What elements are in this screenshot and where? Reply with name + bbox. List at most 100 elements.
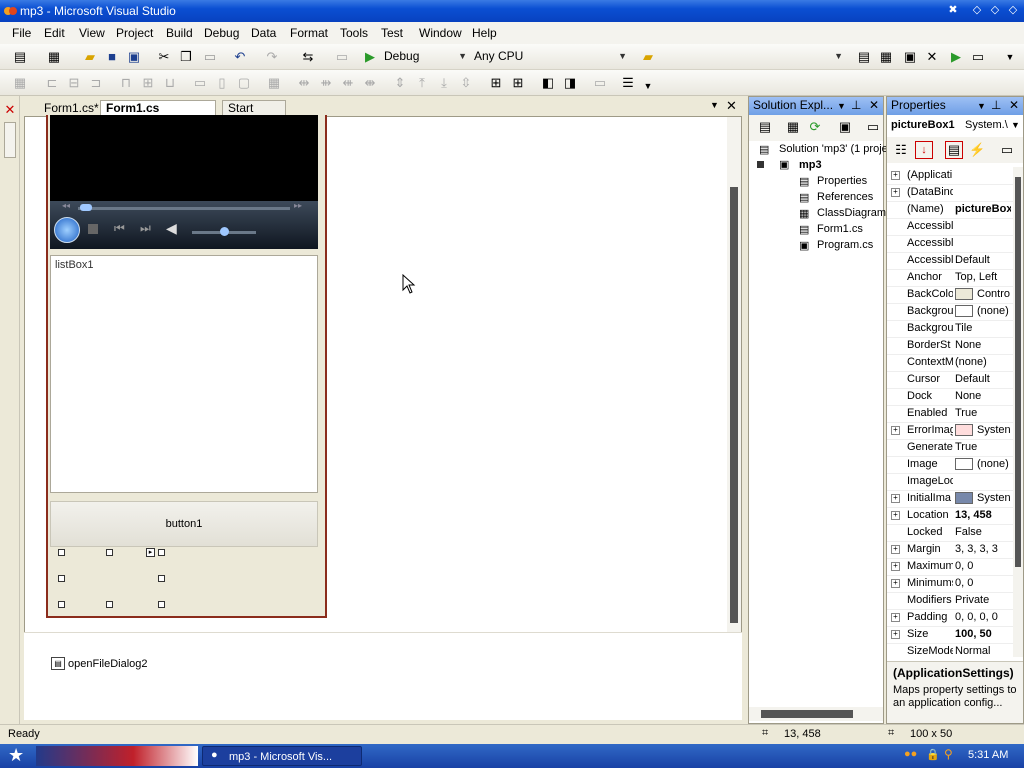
chevron-down-icon[interactable]: ▼	[977, 98, 986, 115]
property-row[interactable]: + Size 100, 50	[887, 626, 1013, 644]
property-value-cell[interactable]: (none)	[955, 354, 1011, 370]
add-project-icon[interactable]: ▤	[12, 49, 28, 65]
tab-start-page[interactable]: Start Page	[222, 100, 286, 130]
menu-tools[interactable]: Tools	[340, 26, 368, 40]
resize-handle[interactable]	[158, 601, 165, 608]
decrease-vspacing-icon[interactable]: ⤓	[436, 75, 452, 91]
property-row[interactable]: Accessibl	[887, 218, 1013, 236]
property-row[interactable]: + (Applicati	[887, 167, 1013, 185]
resize-handle[interactable]	[106, 549, 113, 556]
align-lefts-icon[interactable]: ⊏	[44, 75, 60, 91]
properties-icon[interactable]: ▤	[757, 119, 773, 135]
send-to-back-icon[interactable]: ◨	[562, 75, 578, 91]
property-value-cell[interactable]: Default	[955, 371, 1011, 387]
start-icon[interactable]: ★	[8, 745, 24, 766]
tab-form1-code[interactable]: Form1.cs*	[38, 100, 99, 116]
tree-item-program[interactable]: Program.cs	[817, 239, 873, 251]
designer-scrollbar[interactable]	[727, 117, 741, 633]
property-value-cell[interactable]: True	[955, 439, 1011, 455]
categorized-icon[interactable]: ☷	[893, 142, 909, 158]
property-value-cell[interactable]: Contro	[955, 286, 1011, 302]
volume-thumb[interactable]	[220, 227, 229, 236]
property-row[interactable]: Image (none)	[887, 456, 1013, 474]
start-debug-icon[interactable]: ▶	[362, 49, 378, 65]
more-tools-icon[interactable]: ▭	[970, 49, 986, 65]
properties-window-icon[interactable]: ▦	[878, 49, 894, 65]
tree-item-references[interactable]: References	[817, 191, 873, 203]
property-value-cell[interactable]: 0, 0	[955, 558, 1011, 574]
property-value-cell[interactable]: 0, 0, 0, 0	[955, 609, 1011, 625]
view-code-icon[interactable]: ▣	[837, 119, 853, 135]
property-row[interactable]: (Name) pictureBox	[887, 201, 1013, 219]
previous-icon[interactable]: ⏮	[114, 221, 125, 236]
stop-icon[interactable]	[88, 224, 98, 234]
tree-item-properties[interactable]: Properties	[817, 175, 867, 187]
show-all-files-icon[interactable]: ▦	[785, 119, 801, 135]
increase-vspacing-icon[interactable]: ⤒	[414, 75, 430, 91]
property-row[interactable]: Backgrou (none)	[887, 303, 1013, 321]
close-document-icon[interactable]: ✕	[726, 98, 737, 114]
property-row[interactable]: + Padding 0, 0, 0, 0	[887, 609, 1013, 627]
expand-icon[interactable]: +	[891, 511, 900, 520]
property-value-cell[interactable]: (none)	[955, 303, 1011, 319]
media-player[interactable]: ◂◂ ▸▸ ⏮ ⏭ ◀	[50, 115, 318, 249]
property-row[interactable]: + InitialIma Systen	[887, 490, 1013, 508]
seek-thumb[interactable]	[80, 204, 92, 211]
menu-help[interactable]: Help	[472, 26, 497, 40]
save-icon[interactable]: ■	[104, 49, 120, 65]
solution-explorer-icon[interactable]: ▤	[856, 49, 872, 65]
menu-data[interactable]: Data	[251, 26, 276, 40]
property-value-cell[interactable]: None	[955, 388, 1011, 404]
scrollbar-thumb[interactable]	[730, 187, 738, 623]
save-all-icon[interactable]: ▣	[126, 49, 142, 65]
expand-icon[interactable]: +	[891, 494, 900, 503]
config-dropdown[interactable]: Debug ▼	[380, 48, 470, 66]
tree-solution[interactable]: Solution 'mp3' (1 proje	[779, 143, 888, 155]
scrollbar-thumb[interactable]	[1015, 177, 1021, 567]
resize-handle[interactable]	[58, 601, 65, 608]
make-same-height-icon[interactable]: ▯	[214, 75, 230, 91]
open-file-icon[interactable]: ▰	[82, 49, 98, 65]
expand-icon[interactable]: +	[891, 545, 900, 554]
property-row[interactable]: Dock None	[887, 388, 1013, 406]
find-dropdown[interactable]: ▼	[662, 48, 846, 66]
tab-form1-design[interactable]: Form1.cs [Design]*	[100, 100, 216, 130]
property-row[interactable]: + Maximum 0, 0	[887, 558, 1013, 576]
refresh-icon[interactable]: ⟳	[807, 119, 823, 135]
tab-order-icon[interactable]: ☰	[620, 75, 636, 91]
add-item-icon[interactable]: ▦	[46, 49, 62, 65]
menu-project[interactable]: Project	[116, 26, 153, 40]
property-row[interactable]: ContextM (none)	[887, 354, 1013, 372]
toolbar-options-icon[interactable]: ▼	[1002, 49, 1018, 65]
property-value-cell[interactable]: pictureBox	[955, 201, 1011, 217]
alphabetical-icon[interactable]: ↓	[915, 141, 933, 159]
pin-icon[interactable]: ⊥	[991, 97, 1001, 114]
property-value-cell[interactable]: 13, 458	[955, 507, 1011, 523]
next-icon[interactable]: ⏭	[140, 221, 151, 236]
expand-icon[interactable]: +	[891, 171, 900, 180]
properties-icon[interactable]: ▤	[945, 141, 963, 159]
bring-to-front-icon[interactable]: ◧	[540, 75, 556, 91]
remove-hspacing-icon[interactable]: ⇼	[362, 75, 378, 91]
tree-project[interactable]: mp3	[799, 159, 822, 171]
undo-icon[interactable]: ↶	[232, 49, 248, 65]
cut-icon[interactable]: ✂	[156, 49, 172, 65]
toolbox-icon[interactable]: ✕	[924, 49, 940, 65]
property-value-cell[interactable]: Default	[955, 252, 1011, 268]
object-browser-icon[interactable]: ▣	[902, 49, 918, 65]
view-designer-icon[interactable]: ▭	[865, 119, 881, 135]
property-value-cell[interactable]: Private	[955, 592, 1011, 608]
toolbox-tab[interactable]	[4, 122, 16, 158]
property-value-cell[interactable]: False	[955, 524, 1011, 540]
resize-handle[interactable]	[106, 601, 113, 608]
expand-icon[interactable]: +	[891, 613, 900, 622]
maximize-icon[interactable]: ◇	[986, 2, 1004, 19]
property-row[interactable]: BorderSt None	[887, 337, 1013, 355]
resize-handle[interactable]	[58, 549, 65, 556]
property-value-cell[interactable]: 100, 50	[955, 626, 1011, 642]
close-icon[interactable]: ◇	[1004, 2, 1022, 19]
align-tops-icon[interactable]: ⊓	[118, 75, 134, 91]
find-in-files-icon[interactable]: ▰	[640, 49, 656, 65]
menu-format[interactable]: Format	[290, 26, 328, 40]
expand-icon[interactable]: +	[891, 426, 900, 435]
